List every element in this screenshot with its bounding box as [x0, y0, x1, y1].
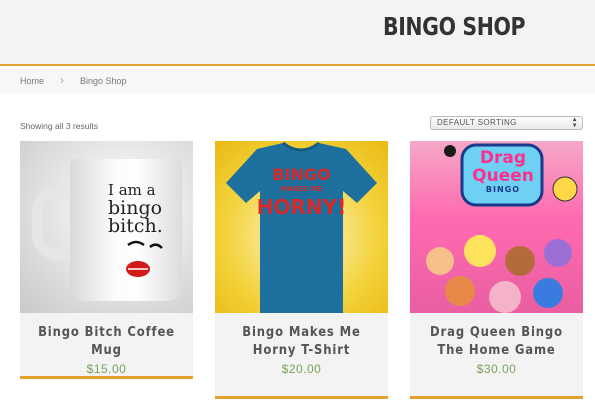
product-card[interactable]: BINGO MAKES ME HORNY! Bingo Makes Me Hor… — [215, 141, 388, 399]
product-title[interactable]: Drag Queen Bingo The Home Game — [422, 313, 571, 359]
product-price: $15.00 — [86, 362, 127, 376]
page-title: BINGO SHOP — [383, 12, 526, 41]
sort-select[interactable]: DEFAULT SORTING ▲ ▼ — [430, 116, 583, 130]
product-title[interactable]: Bingo Makes Me Horny T-Shirt — [227, 313, 376, 359]
select-arrows-icon: ▲ ▼ — [571, 117, 578, 129]
shirt-print-text: MAKES ME — [280, 185, 323, 193]
breadcrumb-current: Bingo Shop — [80, 76, 127, 86]
site-header: BINGO SHOP — [0, 0, 595, 66]
product-card[interactable]: I am a bingo bitch. Bingo Bitch Coffee M… — [20, 141, 193, 379]
sort-selected-value: DEFAULT SORTING — [437, 118, 517, 127]
product-image[interactable]: Drag Queen BINGO — [410, 141, 583, 313]
game-cover-line: Drag — [479, 148, 527, 168]
product-price: $30.00 — [476, 362, 517, 376]
game-cover-title: Drag Queen BINGO — [468, 149, 538, 195]
product-card[interactable]: Drag Queen BINGO Drag Queen Bingo The Ho… — [410, 141, 583, 399]
result-count: Showing all 3 results — [20, 121, 98, 131]
mug-print-text: I am a bingo bitch. — [108, 181, 188, 237]
mug-text-line: bitch. — [108, 215, 163, 237]
game-cover-line: BINGO — [485, 185, 521, 194]
product-title[interactable]: Bingo Bitch Coffee Mug — [32, 313, 181, 359]
game-cover-line: Queen — [472, 166, 534, 186]
shirt-print-text: HORNY! — [256, 195, 347, 219]
product-image[interactable]: I am a bingo bitch. — [20, 141, 193, 313]
breadcrumb-separator-icon: › — [60, 73, 64, 87]
shirt-print-text: BINGO — [272, 165, 331, 184]
breadcrumb-home-link[interactable]: Home — [20, 76, 44, 86]
product-image[interactable]: BINGO MAKES ME HORNY! — [215, 141, 388, 313]
product-price: $20.00 — [281, 362, 322, 376]
breadcrumb: Home › Bingo Shop — [0, 68, 595, 93]
lips-icon — [126, 240, 163, 277]
